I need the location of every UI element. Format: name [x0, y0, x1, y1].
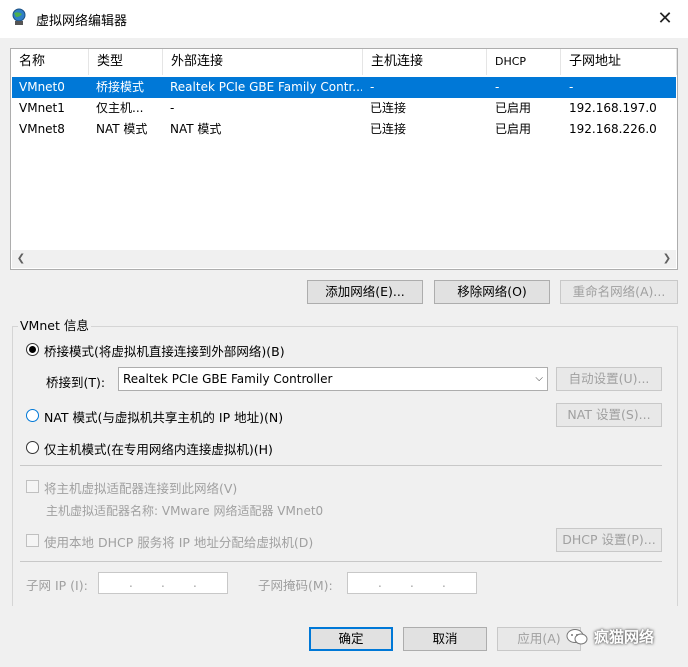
cell-external: NAT 模式 [170, 122, 222, 136]
cell-subnet: 192.168.197.0 [569, 101, 657, 115]
auto-settings-button[interactable]: 自动设置(U)... [556, 367, 662, 391]
use-dhcp-checkbox[interactable] [26, 534, 39, 547]
cell-subnet: - [569, 80, 574, 94]
close-icon: ✕ [657, 7, 673, 29]
nat-radio[interactable] [26, 409, 39, 422]
ip-dot: . [129, 576, 133, 590]
cell-external: Realtek PCIe GBE Family Contr... [170, 80, 362, 94]
scroll-right-icon[interactable]: ❯ [658, 250, 676, 268]
cell-type: 桥接模式 [96, 80, 145, 94]
ip-dot: . [378, 576, 382, 590]
ip-dot: . [161, 576, 165, 590]
rename-network-button[interactable]: 重命名网络(A)... [560, 280, 678, 304]
scroll-left-icon[interactable]: ❮ [12, 250, 30, 268]
remove-network-button[interactable]: 移除网络(O) [434, 280, 550, 304]
divider [20, 561, 662, 562]
nat-settings-button[interactable]: NAT 设置(S)... [556, 403, 662, 427]
adapter-name-label: 主机虚拟适配器名称: VMware 网络适配器 VMnet0 [46, 504, 324, 518]
cell-subnet: 192.168.226.0 [569, 122, 657, 136]
close-button[interactable]: ✕ [650, 4, 680, 32]
watermark-text: 疯猫网络 [594, 628, 655, 646]
wechat-icon [566, 628, 588, 644]
cell-host: - [370, 80, 375, 94]
cell-host: 已连接 [370, 122, 407, 136]
horizontal-scrollbar[interactable]: ❮ ❯ [12, 250, 676, 268]
divider [20, 465, 662, 466]
table-row[interactable]: VMnet0 桥接模式 Realtek PCIe GBE Family Cont… [12, 77, 676, 98]
add-network-button[interactable]: 添加网络(E)... [307, 280, 423, 304]
connect-adapter-label: 将主机虚拟适配器连接到此网络(V) [44, 481, 238, 496]
use-dhcp-label: 使用本地 DHCP 服务将 IP 地址分配给虚拟机(D) [44, 535, 314, 550]
chevron-down-icon: ⌵ [535, 373, 543, 384]
bridged-radio[interactable] [26, 343, 39, 356]
cancel-button[interactable]: 取消 [403, 627, 487, 651]
table-row[interactable]: VMnet8 NAT 模式 NAT 模式 已连接 已启用 192.168.226… [12, 119, 676, 140]
column-header-name[interactable]: 名称 [11, 49, 89, 75]
cell-external: - [170, 101, 175, 115]
subnet-mask-label: 子网掩码(M): [258, 578, 333, 593]
ip-dot: . [410, 576, 414, 590]
cell-name: VMnet8 [19, 122, 65, 136]
subnet-ip-label: 子网 IP (I): [26, 578, 88, 593]
host-only-label: 仅主机模式(在专用网络内连接虚拟机)(H) [44, 442, 273, 457]
ip-dot: . [193, 576, 197, 590]
bridge-to-value: Realtek PCIe GBE Family Controller [123, 372, 333, 386]
dhcp-settings-button[interactable]: DHCP 设置(P)... [556, 528, 662, 552]
cell-dhcp: 已启用 [495, 122, 532, 136]
table-row[interactable]: VMnet1 仅主机... - 已连接 已启用 192.168.197.0 [12, 98, 676, 119]
connect-adapter-checkbox[interactable] [26, 480, 39, 493]
ok-button[interactable]: 确定 [309, 627, 393, 651]
column-header-dhcp[interactable]: DHCP [487, 49, 561, 75]
network-globe-icon [12, 8, 26, 25]
cell-name: VMnet1 [19, 101, 65, 115]
ip-dot: . [442, 576, 446, 590]
bridged-label: 桥接模式(将虚拟机直接连接到外部网络)(B) [44, 344, 285, 359]
cell-name: VMnet0 [19, 80, 65, 94]
subnet-mask-input[interactable]: . . . [347, 572, 477, 594]
network-list[interactable]: 名称 类型 外部连接 主机连接 DHCP 子网地址 VMnet0 桥接模式 Re… [10, 48, 678, 270]
nat-label: NAT 模式(与虚拟机共享主机的 IP 地址)(N) [44, 410, 284, 425]
bridge-to-select[interactable]: Realtek PCIe GBE Family Controller ⌵ [118, 367, 548, 391]
cell-type: 仅主机... [96, 101, 144, 115]
column-header-external[interactable]: 外部连接 [163, 49, 363, 75]
subnet-ip-input[interactable]: . . . [98, 572, 228, 594]
column-header-host[interactable]: 主机连接 [363, 49, 487, 75]
cell-dhcp: 已启用 [495, 101, 532, 115]
cell-host: 已连接 [370, 101, 407, 115]
group-label: VMnet 信息 [18, 315, 91, 334]
window-title: 虚拟网络编辑器 [36, 14, 128, 29]
cell-type: NAT 模式 [96, 122, 148, 136]
watermark: 疯猫网络 [566, 626, 654, 647]
column-header-subnet[interactable]: 子网地址 [561, 49, 677, 75]
column-header-type[interactable]: 类型 [89, 49, 163, 75]
cell-dhcp: - [495, 80, 500, 94]
host-only-radio[interactable] [26, 441, 39, 454]
bridge-to-label: 桥接到(T): [46, 375, 106, 390]
